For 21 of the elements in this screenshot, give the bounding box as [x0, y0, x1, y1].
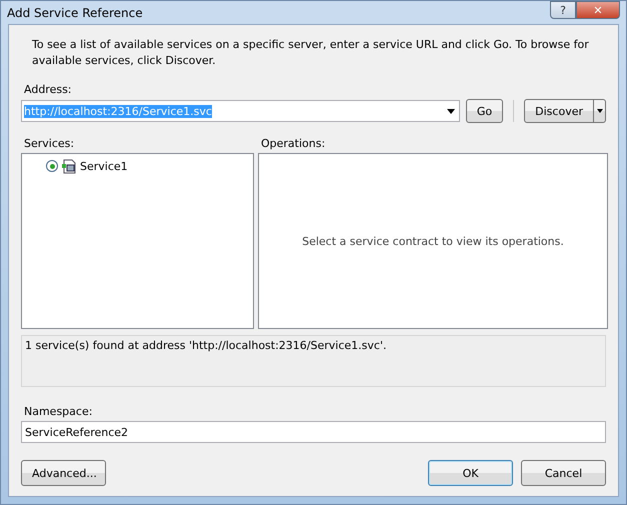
- advanced-button[interactable]: Advanced...: [21, 460, 106, 486]
- cancel-button[interactable]: Cancel: [521, 460, 606, 486]
- tree-item[interactable]: Service1: [80, 160, 128, 172]
- address-label: Address:: [24, 83, 73, 96]
- dropdown-caret-icon: [446, 108, 455, 114]
- discover-split-button[interactable]: Discover: [524, 99, 606, 123]
- window-title: Add Service Reference: [7, 5, 144, 20]
- status-text: 1 service(s) found at address 'http://localhost:2316/Service1.svc'.: [25, 339, 386, 352]
- description-text: To see a list of available services on a specific server, enter a service URL and click Go. To browse for available services, click Discover.: [32, 37, 590, 69]
- namespace-label: Namespace:: [24, 405, 94, 418]
- namespace-field[interactable]: ServiceReference2: [21, 421, 606, 443]
- services-label: Services:: [24, 137, 76, 150]
- operations-label: Operations:: [261, 137, 326, 150]
- ok-button[interactable]: OK: [428, 460, 513, 486]
- help-button[interactable]: ?: [550, 1, 576, 19]
- discover-button[interactable]: Discover: [525, 100, 593, 122]
- radio-button[interactable]: [46, 160, 58, 172]
- dropdown-caret-icon[interactable]: [593, 100, 605, 122]
- operations-hint: Select a service contract to view its operations.: [302, 234, 564, 248]
- go-button[interactable]: Go: [466, 99, 504, 123]
- service-icon: [61, 158, 77, 174]
